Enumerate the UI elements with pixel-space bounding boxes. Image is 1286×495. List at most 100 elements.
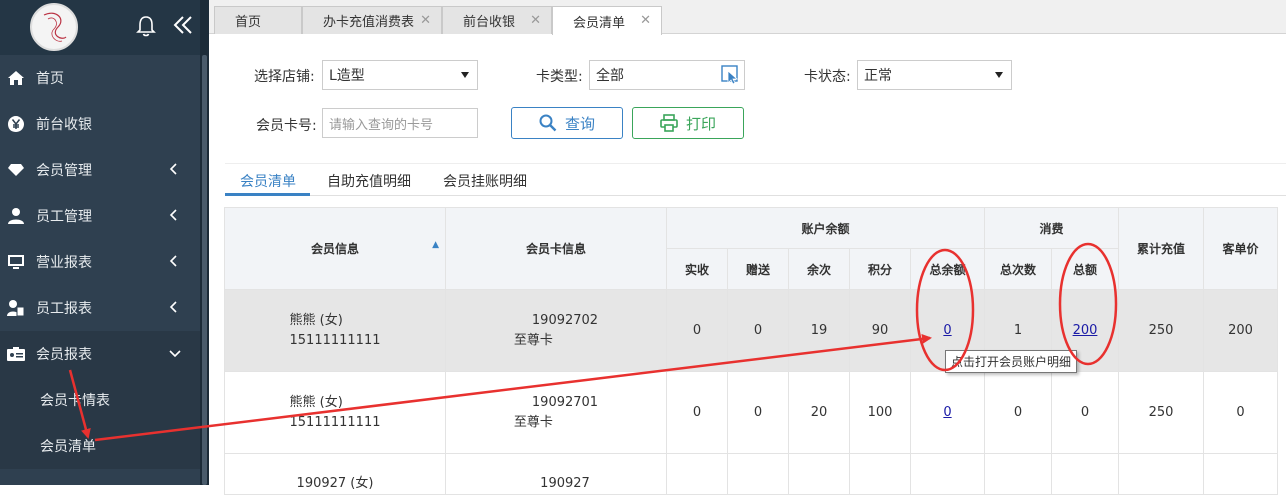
header-label: 会员信息 [310,242,359,256]
consume-times-cell: 0 [984,371,1052,454]
sidebar-subitem-member-list[interactable]: 会员清单 [0,423,200,469]
col-consume-total[interactable]: 总额 [1051,248,1119,290]
scrollbar-thumb[interactable] [202,55,207,485]
sidebar-item-cashier[interactable]: 前台收银 [0,101,200,147]
sidebar-item-label: 前台收银 [36,117,92,133]
chevron-left-icon [169,301,177,313]
dropdown-caret-icon [995,72,1003,78]
sidebar-item-home[interactable]: 首页 [0,55,200,101]
header-label: 客单价 [1222,242,1259,256]
sidebar-item-member-mgmt[interactable]: 会员管理 [0,147,200,193]
store-select-value: L造型 [329,68,365,84]
paid-cell: 0 [666,371,728,454]
avatar[interactable] [30,3,78,51]
col-total-balance[interactable]: 总余额 [910,248,985,290]
sort-asc-icon[interactable]: ▲ [432,240,439,250]
tab-cashier[interactable]: 前台收银 ✕ [442,6,552,34]
sidebar-scrollbar[interactable] [200,0,209,485]
tab-card-recharge-report[interactable]: 办卡充值消费表 ✕ [302,6,442,34]
tab-member-list[interactable]: 会员清单 ✕ [552,6,662,35]
member-info-cell: 熊熊 (女) 15111111111 [224,371,446,454]
total-balance-link[interactable]: 0 [943,405,951,420]
card-status-select[interactable]: 正常 [857,60,1012,90]
print-button[interactable]: 打印 [632,107,744,139]
points-cell: 100 [849,371,911,454]
member-table: 会员信息 ▲ 会员卡信息 账户余额 消费 累计充值 客单价 实收 赠送 余次 积… [224,207,1278,495]
card-no-input[interactable]: 请输入查询的卡号 [322,108,478,138]
sidebar-item-label: 员工报表 [36,301,92,317]
member-phone: 15111111111 [289,332,381,348]
query-button-label: 查询 [564,114,595,133]
card-no-placeholder: 请输入查询的卡号 [329,117,434,133]
user-file-icon [6,298,26,318]
table-cell [727,453,789,495]
close-icon[interactable]: ✕ [420,13,431,28]
col-per-order[interactable]: 客单价 [1203,207,1278,290]
card-info-cell: 19092701 至尊卡 [445,371,667,454]
query-button[interactable]: 查询 [511,107,623,139]
table-cell [1118,453,1204,495]
store-select[interactable]: L造型 [322,60,478,90]
col-gift[interactable]: 赠送 [727,248,789,290]
sidebar-subitem-member-card-detail[interactable]: 会员卡情表 [0,377,200,423]
header-label: 账户余额 [801,221,850,236]
printer-icon [660,114,678,132]
tab-label: 前台收银 [463,15,516,30]
table-row[interactable]: 熊熊 (女) 15111111111 19092701 至尊卡 0 0 20 100… [224,371,1278,454]
close-icon[interactable]: ✕ [640,13,651,28]
card-type-value: 全部 [596,68,624,84]
card-info-cell: 190927 [445,453,667,495]
collapse-sidebar-icon[interactable] [172,13,194,37]
picker-icon[interactable] [721,65,741,85]
dropdown-caret-icon [461,72,469,78]
member-name: 熊熊 (女) [289,312,343,328]
tab-label: 办卡充值消费表 [323,15,415,30]
sidebar-item-label: 首页 [36,71,64,87]
card-status-label: 卡状态: [804,69,851,85]
member-name: 190927 (女) [296,476,374,491]
col-paid[interactable]: 实收 [666,248,728,290]
col-points[interactable]: 积分 [849,248,911,290]
sidebar-item-business-report[interactable]: 营业报表 [0,239,200,285]
card-type-select[interactable]: 全部 [589,60,745,90]
bell-icon[interactable] [136,14,156,38]
col-remaining-times[interactable]: 余次 [788,248,850,290]
chevron-left-icon [169,255,177,267]
paid-cell: 0 [666,289,728,372]
sidebar-item-label: 会员报表 [36,347,92,363]
search-icon [539,114,557,132]
total-balance-link[interactable]: 0 [943,323,951,338]
col-cumulative[interactable]: 累计充值 [1118,207,1204,290]
times-cell: 20 [788,371,850,454]
store-label: 选择店铺: [254,69,315,85]
subtab-credit-detail[interactable]: 会员挂账明细 [443,171,527,191]
close-icon[interactable]: ✕ [530,13,541,28]
col-consume-times[interactable]: 总次数 [984,248,1052,290]
header-label: 累计充值 [1136,242,1185,256]
active-subtab-indicator [225,193,310,196]
id-card-icon [6,344,26,364]
col-member-info[interactable]: 会员信息 ▲ [224,207,446,290]
chevron-left-icon [169,163,177,175]
header-label: 消费 [1039,221,1064,236]
times-cell: 19 [788,289,850,372]
subtab-member-list[interactable]: 会员清单 [240,171,296,191]
col-card-info[interactable]: 会员卡信息 [445,207,667,290]
subtab-self-recharge[interactable]: 自助充值明细 [327,171,411,191]
per-order-cell: 0 [1203,371,1278,454]
sidebar-header [0,0,200,55]
sidebar-item-staff-mgmt[interactable]: 员工管理 [0,193,200,239]
table-row[interactable]: 熊熊 (女) 15111111111 19092702 至尊卡 0 0 19 90 … [224,289,1278,372]
header-label: 会员卡信息 [525,242,586,256]
monitor-icon [6,252,26,272]
tooltip: 点击打开会员账户明细 [945,350,1078,373]
sidebar-item-label: 会员管理 [36,163,92,179]
sidebar-item-member-report[interactable]: 会员报表 [0,331,200,377]
table-cell [910,453,985,495]
consume-total-link[interactable]: 200 [1073,323,1098,338]
tab-home[interactable]: 首页 [214,6,302,34]
table-row[interactable]: 190927 (女) 190927 [224,453,1278,495]
sidebar-item-staff-report[interactable]: 员工报表 [0,285,200,331]
chevron-left-icon [169,209,177,221]
total-balance-cell: 0 [910,371,985,454]
